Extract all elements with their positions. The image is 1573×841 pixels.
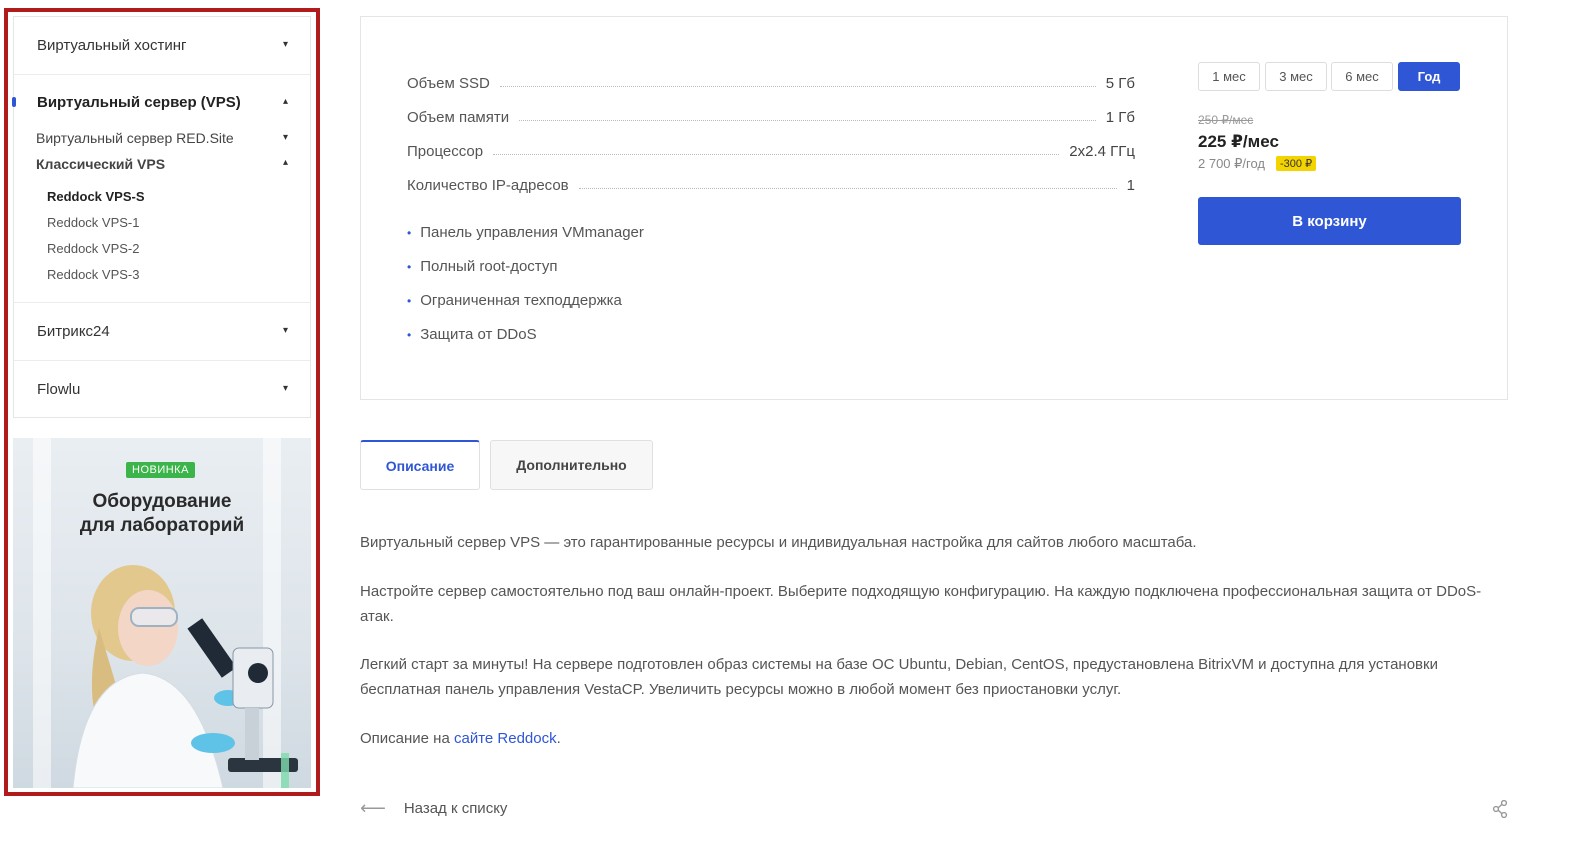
feature-item: • Ограниченная техподдержка [407, 292, 622, 309]
description-paragraph: Виртуальный сервер VPS — это гарантирова… [360, 534, 1197, 551]
sidebar-item-label[interactable]: Виртуальный сервер (VPS) [37, 94, 241, 111]
spec-row: Объем SSD 5 Гб [407, 70, 1135, 92]
bullet-icon: • [407, 294, 412, 308]
sidebar-item-hosting[interactable]: Виртуальный хостинг ▾ [14, 17, 310, 75]
chevron-up-icon[interactable]: ▴ [283, 157, 288, 168]
sidebar-item-label: Flowlu [37, 381, 81, 398]
feature-item: • Защита от DDoS [407, 326, 537, 343]
sidebar-item-label: Битрикс24 [37, 323, 110, 340]
spec-row: Количество IP-адресов 1 [407, 172, 1135, 194]
description-paragraph: Настройте сервер самостоятельно под ваш … [360, 583, 1482, 625]
dotted-leader [493, 154, 1060, 155]
tab-additional[interactable]: Дополнительно [490, 440, 653, 490]
dotted-leader [499, 86, 1096, 87]
add-to-cart-button[interactable]: В корзину [1198, 197, 1461, 245]
promo-banner[interactable]: НОВИНКА Оборудование для лабораторий [13, 438, 311, 788]
back-to-list-link[interactable]: ⟵ Назад к списку [360, 798, 507, 819]
sidebar-link-vps-s[interactable]: Reddock VPS-S [47, 189, 145, 204]
spec-value: 1 Гб [1105, 109, 1135, 126]
spec-label: Количество IP-адресов [407, 177, 569, 194]
sidebar-item-bitrix24[interactable]: Битрикс24 ▾ [14, 303, 310, 361]
sidebar-link-vps-1[interactable]: Reddock VPS-1 [47, 215, 140, 230]
sidebar-subitem-redsite[interactable]: Виртуальный сервер RED.Site [36, 130, 234, 146]
arrow-left-icon: ⟵ [360, 798, 386, 818]
period-6-months[interactable]: 6 мес [1331, 62, 1393, 91]
description-paragraph: Легкий старт за минуты! На сервере подго… [360, 656, 1438, 698]
feature-item: • Панель управления VMmanager [407, 224, 644, 241]
lab-scientist-illustration [72, 565, 298, 788]
sidebar-link-vps-2[interactable]: Reddock VPS-2 [47, 241, 140, 256]
sidebar-link-vps-3[interactable]: Reddock VPS-3 [47, 267, 140, 282]
spec-row: Объем памяти 1 Гб [407, 104, 1135, 126]
tab-description[interactable]: Описание [360, 440, 480, 490]
dotted-leader [578, 188, 1117, 189]
current-price: 225 ₽/мес [1198, 132, 1279, 151]
old-price: 250 ₽/мес [1198, 113, 1254, 127]
spec-label: Объем памяти [407, 109, 510, 126]
active-indicator [12, 97, 16, 107]
bullet-icon: • [407, 328, 412, 342]
spec-row: Процессор 2x2.4 ГГц [407, 138, 1135, 160]
chevron-down-icon: ▾ [282, 39, 288, 50]
feature-item: • Полный root-доступ [407, 258, 558, 275]
sidebar-item-vps: Виртуальный сервер (VPS) ▴ Виртуальный с… [12, 75, 310, 303]
period-1-month[interactable]: 1 мес [1198, 62, 1260, 91]
sidebar-subitem-classic-vps[interactable]: Классический VPS [36, 156, 165, 172]
spec-label: Объем SSD [407, 75, 490, 92]
description-source: Описание на сайте Reddock. [360, 730, 561, 747]
sidebar-menu: Виртуальный хостинг ▾ Виртуальный сервер… [12, 16, 311, 418]
back-label: Назад к списку [403, 800, 508, 817]
bullet-icon: • [407, 226, 412, 240]
spec-value: 2x2.4 ГГц [1069, 143, 1135, 160]
yearly-price: 2 700 ₽/год [1198, 156, 1266, 171]
spec-value: 1 [1126, 177, 1135, 194]
period-3-months[interactable]: 3 мес [1265, 62, 1327, 91]
bullet-icon: • [407, 260, 412, 274]
sidebar-item-label: Виртуальный хостинг [37, 37, 187, 54]
chevron-up-icon[interactable]: ▴ [283, 96, 288, 107]
spec-value: 5 Гб [1105, 75, 1135, 92]
product-card: Объем SSD 5 Гб Объем памяти 1 Гб Процесс… [360, 16, 1508, 400]
period-year[interactable]: Год [1398, 62, 1460, 91]
chevron-down-icon: ▾ [282, 325, 288, 336]
spec-label: Процессор [407, 143, 484, 160]
chevron-down-icon[interactable]: ▾ [283, 132, 288, 143]
dotted-leader [519, 120, 1096, 121]
reddock-site-link[interactable]: сайте Reddock [454, 730, 557, 747]
share-icon[interactable] [1492, 800, 1508, 818]
sidebar-item-flowlu[interactable]: Flowlu ▾ [14, 361, 310, 418]
discount-badge: -300 ₽ [1276, 156, 1317, 171]
chevron-down-icon: ▾ [282, 383, 288, 394]
